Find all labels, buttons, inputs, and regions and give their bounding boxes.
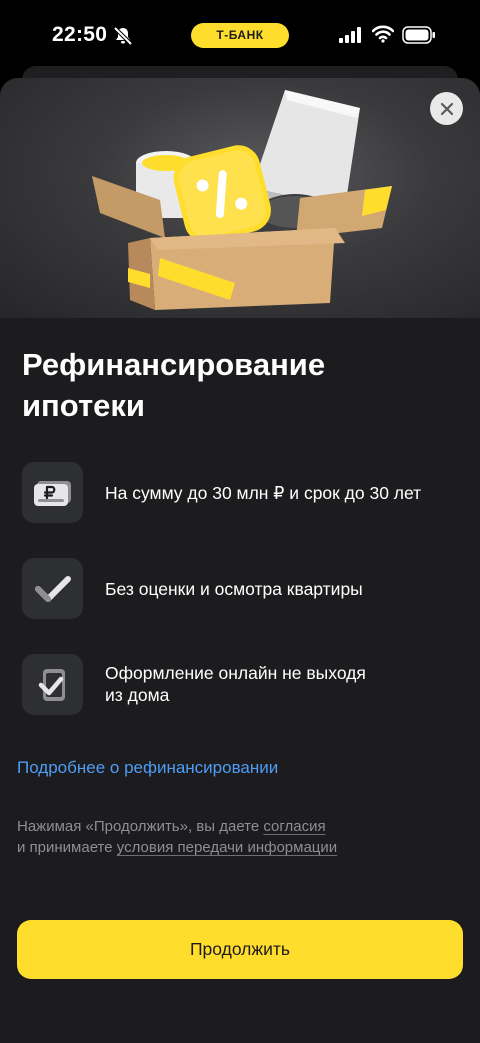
wifi-icon: [372, 25, 394, 43]
feature-text-line-2: из дома: [105, 685, 170, 705]
feature-text: Оформление онлайн не выходя из дома: [105, 662, 366, 706]
feature-item-online: Оформление онлайн не выходя из дома: [22, 654, 462, 716]
hero-illustration: [0, 78, 480, 318]
consent-part-1: Нажимая «Продолжить», вы даете: [17, 818, 264, 835]
box-illustration: [92, 90, 392, 310]
page-title: Рефинансирование ипотеки: [22, 344, 462, 426]
bell-muted-icon: [113, 26, 133, 46]
phone-check-icon: [22, 654, 83, 715]
consent-text: Нажимая «Продолжить», вы даете согласия …: [17, 816, 457, 858]
battery-icon: [402, 26, 435, 44]
title-line-1: Рефинансирование: [22, 347, 326, 382]
consent-link[interactable]: согласия: [263, 818, 325, 835]
ruble-bill-icon: [22, 462, 83, 523]
close-button[interactable]: [430, 92, 463, 125]
feature-text-line-1: Оформление онлайн не выходя: [105, 663, 366, 683]
feature-text: Без оценки и осмотра квартиры: [105, 579, 363, 599]
status-time: 22:50: [52, 23, 108, 46]
data-transfer-terms-link[interactable]: условия передачи информации: [117, 839, 337, 856]
refinance-sheet: Рефинансирование ипотеки На сумму до 30 …: [0, 78, 480, 1043]
title-line-2: ипотеки: [22, 388, 145, 423]
status-bar: 22:50 Т‑БАНК: [0, 0, 480, 70]
bank-badge[interactable]: Т‑БАНК: [191, 23, 289, 48]
consent-part-2: и принимаете: [17, 839, 117, 856]
close-icon: [440, 102, 453, 115]
more-info-link[interactable]: Подробнее о рефинансировании: [17, 758, 278, 778]
cellular-signal-icon: [339, 27, 361, 43]
checkmark-icon: [22, 558, 83, 619]
continue-button[interactable]: Продолжить: [17, 920, 463, 979]
feature-item-no-appraisal: Без оценки и осмотра квартиры: [22, 558, 462, 620]
feature-text: На сумму до 30 млн ₽ и срок до 30 лет: [105, 483, 422, 503]
feature-item-amount: На сумму до 30 млн ₽ и срок до 30 лет: [22, 462, 462, 524]
